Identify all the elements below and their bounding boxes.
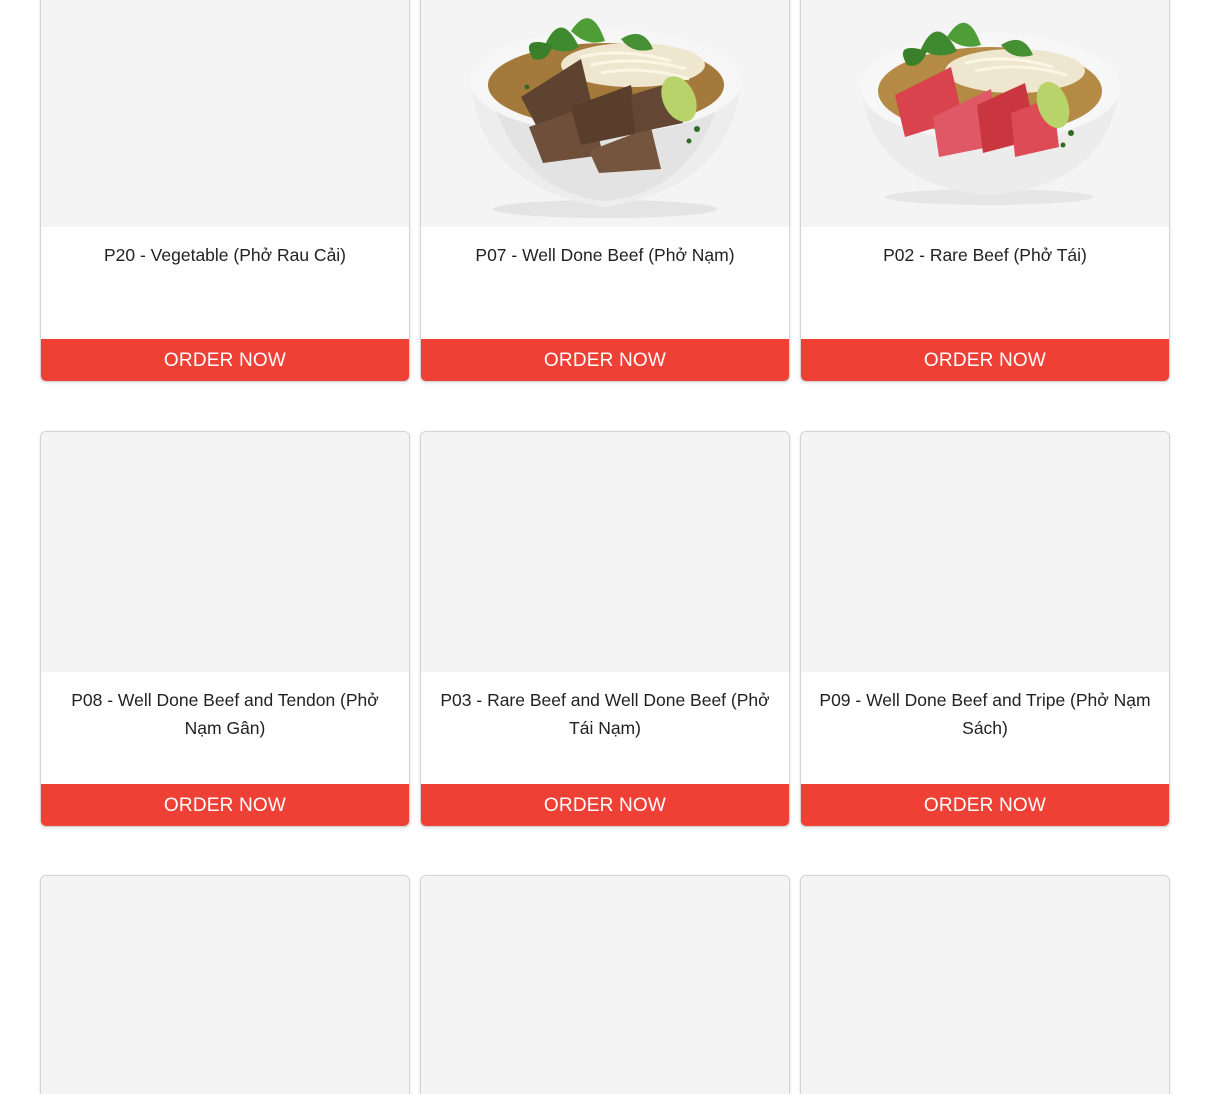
menu-item-image (421, 0, 789, 227)
order-now-button[interactable]: ORDER NOW (421, 339, 789, 381)
menu-item-card[interactable] (420, 875, 790, 1094)
menu-item-image-placeholder (41, 876, 409, 1094)
menu-item-card[interactable]: P03 - Rare Beef and Well Done Beef (Phở … (420, 431, 790, 827)
menu-item-name: P08 - Well Done Beef and Tendon (Phở Nạm… (71, 690, 379, 738)
menu-item-card[interactable] (800, 875, 1170, 1094)
order-now-button[interactable]: ORDER NOW (41, 784, 409, 826)
order-now-button[interactable]: ORDER NOW (801, 784, 1169, 826)
order-now-button[interactable]: ORDER NOW (421, 784, 789, 826)
menu-item-image-placeholder (41, 432, 409, 672)
menu-item-image-placeholder (421, 876, 789, 1094)
menu-item-card[interactable]: P07 - Well Done Beef (Phở Nạm) ORDER NOW (420, 0, 790, 382)
menu-grid: P20 - Vegetable (Phở Rau Cải) ORDER NOW (0, 0, 1210, 1094)
menu-item-image-placeholder (801, 432, 1169, 672)
menu-item-image-placeholder (421, 432, 789, 672)
menu-item-image (801, 0, 1169, 227)
menu-item-image-placeholder (801, 876, 1169, 1094)
menu-item-name: P02 - Rare Beef (Phở Tái) (883, 245, 1087, 265)
pho-bowl-rare-beef-image (860, 22, 1120, 205)
order-now-button[interactable]: ORDER NOW (41, 339, 409, 381)
menu-item-name: P07 - Well Done Beef (Phở Nạm) (475, 245, 735, 265)
menu-item-name: P09 - Well Done Beef and Tripe (Phở Nạm … (819, 690, 1151, 738)
menu-item-name: P20 - Vegetable (Phở Rau Cải) (103, 245, 347, 265)
menu-item-card[interactable]: P09 - Well Done Beef and Tripe (Phở Nạm … (800, 431, 1170, 827)
pho-bowl-well-done-beef-image (470, 18, 742, 218)
menu-item-card[interactable] (40, 875, 410, 1094)
menu-item-image-placeholder (41, 0, 409, 227)
menu-item-card[interactable]: P02 - Rare Beef (Phở Tái) ORDER NOW (800, 0, 1170, 382)
menu-item-card[interactable]: P20 - Vegetable (Phở Rau Cải) ORDER NOW (40, 0, 410, 382)
order-now-button[interactable]: ORDER NOW (801, 339, 1169, 381)
menu-item-card[interactable]: P08 - Well Done Beef and Tendon (Phở Nạm… (40, 431, 410, 827)
menu-item-name: P03 - Rare Beef and Well Done Beef (Phở … (440, 690, 770, 738)
